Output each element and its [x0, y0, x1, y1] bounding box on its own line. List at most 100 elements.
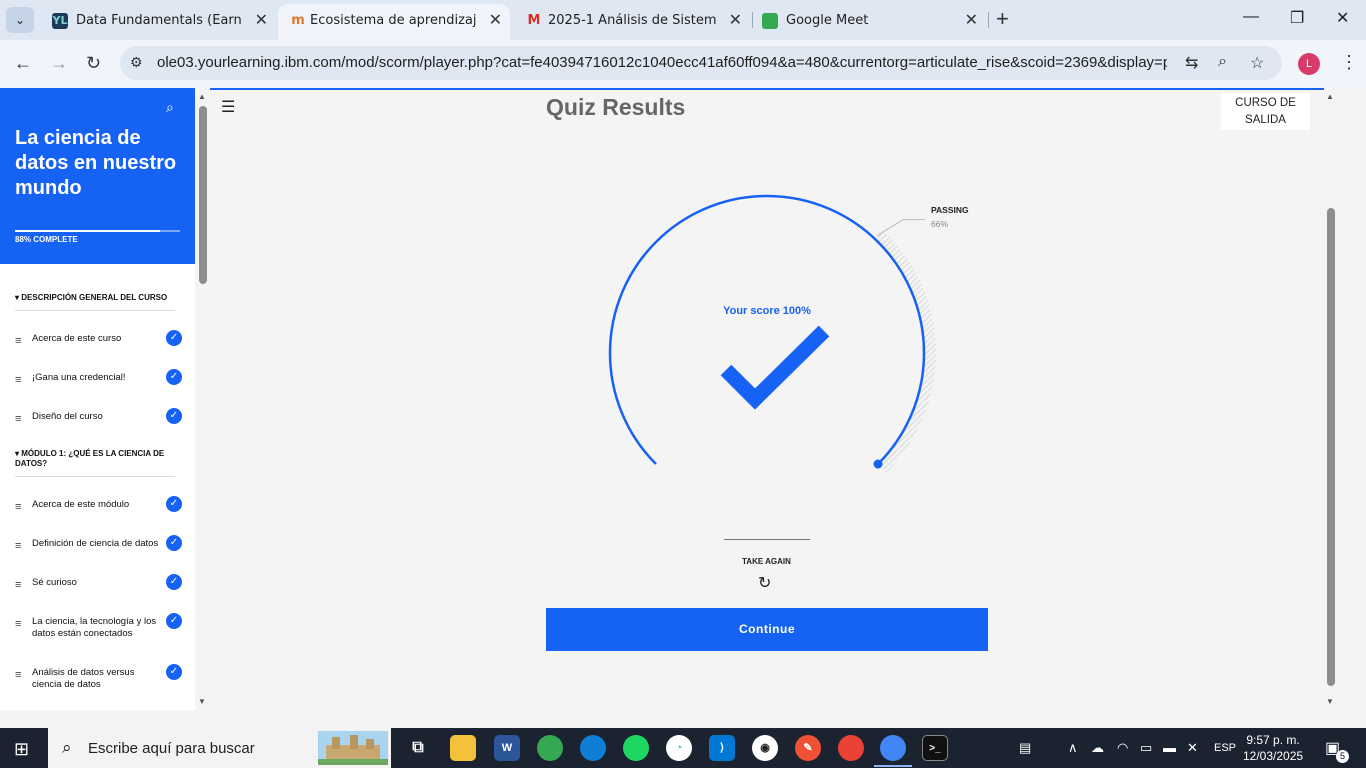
- close-icon[interactable]: ✕: [489, 10, 502, 29]
- lesson-lines-icon: ≡: [15, 618, 22, 630]
- forward-arrow-icon[interactable]: →: [50, 53, 68, 74]
- check-icon: ✓: [166, 369, 182, 385]
- exit-course-button[interactable]: CURSO DE SALIDA: [1221, 93, 1310, 130]
- close-icon[interactable]: ✕: [965, 10, 978, 29]
- close-icon[interactable]: ✕: [255, 10, 268, 29]
- score-end-dot: [873, 459, 883, 469]
- onedrive-icon[interactable]: ☁: [1091, 740, 1104, 756]
- file-explorer-icon[interactable]: [450, 735, 476, 761]
- tab-google-meet[interactable]: Google Meet ✕: [754, 4, 986, 40]
- terminal-icon[interactable]: >_: [922, 735, 948, 761]
- google-meet-icon: [762, 13, 778, 29]
- new-tab-button[interactable]: +: [996, 6, 1009, 32]
- page-title: Quiz Results: [546, 94, 686, 120]
- lesson-label: Acerca de este módulo: [32, 499, 130, 510]
- tab-data-fundamentals[interactable]: YL Data Fundamentals (Earn a cred ✕: [40, 4, 276, 40]
- chrome-active-icon[interactable]: [880, 735, 906, 761]
- bookmark-star-icon[interactable]: ☆: [1250, 53, 1264, 73]
- whatsapp-icon[interactable]: ◔: [666, 735, 692, 761]
- lesson-lines-icon: ≡: [15, 335, 22, 347]
- tab-search-button[interactable]: ⌄: [6, 7, 34, 33]
- battery-icon[interactable]: ▬: [1163, 740, 1176, 755]
- minimize-icon[interactable]: —: [1243, 8, 1259, 26]
- score-gauge: PASSING 66% Your score 100%: [608, 194, 969, 473]
- section-descripcion[interactable]: ▾ DESCRIPCIÓN GENERAL DEL CURSO: [15, 293, 175, 303]
- system-clock[interactable]: 9:57 p. m. 12/03/2025: [1243, 732, 1303, 764]
- scroll-up-arrow-icon[interactable]: ▲: [1326, 92, 1334, 101]
- active-app-indicator: [874, 765, 912, 767]
- lesson-label: ¡Gana una credencial!: [32, 372, 126, 383]
- gmail-icon: M: [527, 13, 541, 28]
- scroll-down-arrow-icon[interactable]: ▼: [1326, 697, 1334, 706]
- zoom-icon[interactable]: ⌕: [1218, 53, 1227, 71]
- lesson-lines-icon: ≡: [15, 669, 22, 681]
- language-indicator[interactable]: ESP: [1214, 742, 1236, 754]
- retry-icon[interactable]: ↻: [758, 573, 771, 593]
- section-modulo-1[interactable]: ▾ MÓDULO 1: ¿QUÉ ES LA CIENCIA DE DATOS?: [15, 449, 175, 469]
- main-scroll-thumb[interactable]: [1327, 208, 1335, 686]
- tab-analisis-sistemas[interactable]: M 2025-1 Análisis de Sistemas G1 ✕: [514, 4, 750, 40]
- sidebar-scroll-thumb[interactable]: [199, 106, 207, 284]
- notification-count-badge: 5: [1336, 750, 1349, 763]
- vscode-icon[interactable]: ⟩: [709, 735, 735, 761]
- yourlearning-icon: YL: [52, 13, 68, 29]
- chrome-icon[interactable]: [537, 735, 563, 761]
- clock-date: 12/03/2025: [1243, 749, 1304, 763]
- windows-start-icon[interactable]: ⊞: [14, 739, 29, 760]
- tab-title: Ecosistema de aprendizaje elect: [310, 13, 476, 28]
- edge-icon[interactable]: [580, 735, 606, 761]
- check-icon: ✓: [166, 496, 182, 512]
- wifi-icon[interactable]: ◠: [1117, 740, 1128, 756]
- url-text[interactable]: ole03.yourlearning.ibm.com/mod/scorm/pla…: [157, 54, 1167, 71]
- tab-divider: [752, 12, 753, 28]
- divider: [15, 310, 175, 311]
- checkmark-icon: [720, 325, 830, 410]
- check-icon: ✓: [166, 408, 182, 424]
- tab-title: Data Fundamentals (Earn a cred: [76, 13, 244, 28]
- lesson-lines-icon: ≡: [15, 374, 22, 386]
- back-arrow-icon[interactable]: ←: [14, 53, 32, 74]
- site-info-icon[interactable]: ⚙: [130, 54, 143, 71]
- lesson-label: Definición de ciencia de datos: [32, 538, 159, 549]
- task-view-icon[interactable]: ⧉: [405, 735, 431, 761]
- moodle-icon: m: [291, 13, 305, 28]
- github-desktop-icon[interactable]: ◉: [752, 735, 778, 761]
- course-title: La ciencia de datos en nuestro mundo: [15, 127, 177, 199]
- hamburger-menu-icon[interactable]: ☰: [221, 97, 235, 117]
- lesson-label: Diseño del curso: [32, 411, 103, 422]
- tab-ecosistema[interactable]: m Ecosistema de aprendizaje elect ✕: [278, 4, 510, 40]
- take-again-label[interactable]: TAKE AGAIN: [742, 557, 791, 566]
- volume-muted-icon[interactable]: ✕: [1187, 740, 1198, 756]
- scroll-down-arrow-icon[interactable]: ▼: [198, 697, 206, 706]
- display-icon[interactable]: ▭: [1140, 740, 1152, 756]
- lesson-label: Sé curioso: [32, 577, 77, 588]
- passing-zone: [874, 229, 936, 473]
- continue-button[interactable]: Continue: [546, 608, 988, 651]
- profile-avatar[interactable]: L: [1298, 53, 1320, 75]
- chrome-profile-icon[interactable]: [838, 735, 864, 761]
- top-accent-line: [210, 88, 1324, 90]
- clock-time: 9:57 p. m.: [1246, 733, 1300, 747]
- restore-icon[interactable]: ❐: [1290, 8, 1304, 28]
- section-label: DESCRIPCIÓN GENERAL DEL CURSO: [21, 293, 168, 302]
- word-icon[interactable]: W: [494, 735, 520, 761]
- search-icon[interactable]: ⌕: [166, 99, 174, 116]
- tab-title: Google Meet: [786, 13, 869, 28]
- menu-kebab-icon[interactable]: ⋮: [1340, 52, 1358, 73]
- close-icon[interactable]: ✕: [729, 10, 742, 29]
- reload-icon[interactable]: ↻: [86, 53, 101, 74]
- lesson-lines-icon: ≡: [15, 540, 22, 552]
- passing-label: PASSING: [931, 205, 969, 215]
- spotify-icon[interactable]: [623, 735, 649, 761]
- translate-icon[interactable]: ⇆: [1185, 53, 1198, 73]
- check-icon: ✓: [166, 664, 182, 680]
- news-widget-icon[interactable]: ▤: [1019, 740, 1031, 756]
- postman-icon[interactable]: ✎: [795, 735, 821, 761]
- check-icon: ✓: [166, 613, 182, 629]
- search-highlight-image: [318, 731, 388, 765]
- taskbar-search-placeholder[interactable]: Escribe aquí para buscar: [88, 740, 255, 757]
- chevron-up-icon[interactable]: ∧: [1068, 740, 1078, 756]
- window-close-icon[interactable]: ✕: [1336, 8, 1349, 28]
- scroll-up-arrow-icon[interactable]: ▲: [198, 92, 206, 101]
- check-icon: ✓: [166, 330, 182, 346]
